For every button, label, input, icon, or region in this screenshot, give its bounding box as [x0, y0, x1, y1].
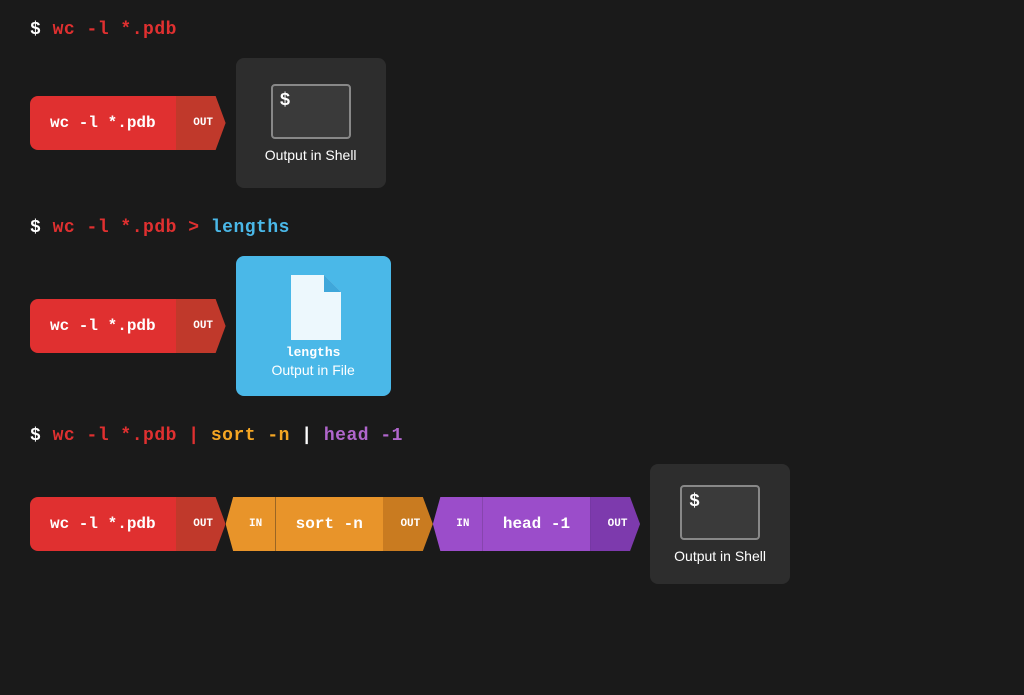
cmd-pill-3c: head -1 — [483, 497, 590, 551]
shell-label-1: Output in Shell — [265, 147, 357, 163]
shell-label-3: Output in Shell — [674, 548, 766, 564]
shell-box-3: $ Output in Shell — [650, 464, 790, 584]
command-line-2: $ wc -l *.pdb > lengths — [30, 218, 994, 238]
out-arrow-3a: OUT — [176, 497, 226, 551]
in-label-purple: IN — [456, 518, 469, 530]
pipeline-2: wc -l *.pdb OUT lengths Output in File — [30, 256, 994, 396]
dollar-1: $ — [30, 20, 53, 40]
shell-box-1: $ Output in Shell — [236, 58, 386, 188]
terminal-dollar-1: $ — [280, 91, 291, 111]
cmd-text-2a: wc -l *.pdb > — [53, 218, 211, 238]
dollar-2: $ — [30, 218, 53, 238]
pipeline-1: wc -l *.pdb OUT $ Output in Shell — [30, 58, 994, 188]
terminal-dollar-3: $ — [689, 492, 700, 512]
cmd-text-2b: lengths — [211, 218, 290, 238]
out-label-3c: OUT — [608, 518, 628, 530]
file-label: Output in File — [271, 362, 354, 378]
out-arrow-2: OUT — [176, 299, 226, 353]
command-line-3: $ wc -l *.pdb | sort -n | head -1 — [30, 426, 994, 446]
section3: $ wc -l *.pdb | sort -n | head -1 wc -l … — [30, 426, 994, 584]
file-name: lengths — [286, 345, 341, 360]
terminal-window-1: $ — [271, 84, 351, 139]
cmd-text-3d: head -1 — [324, 426, 403, 446]
section2: $ wc -l *.pdb > lengths wc -l *.pdb OUT … — [30, 218, 994, 396]
out-label-3b: OUT — [400, 518, 420, 530]
out-arrow-3b: OUT — [383, 497, 433, 551]
out-label-1: OUT — [193, 117, 213, 129]
terminal-window-3: $ — [680, 485, 760, 540]
pipeline-3: wc -l *.pdb OUT IN sort -n OUT IN head -… — [30, 464, 994, 584]
cmd-pill-2: wc -l *.pdb — [30, 299, 176, 353]
cmd-text-3c: | — [290, 426, 324, 446]
in-notch-purple: IN — [433, 497, 483, 551]
out-arrow-1: OUT — [176, 96, 226, 150]
cmd-pill-3b: sort -n — [276, 497, 383, 551]
cmd-pill-1: wc -l *.pdb — [30, 96, 176, 150]
cmd-text-1: wc -l *.pdb — [53, 20, 177, 40]
out-arrow-3c: OUT — [590, 497, 640, 551]
out-label-3a: OUT — [193, 518, 213, 530]
cmd-pill-3a: wc -l *.pdb — [30, 497, 176, 551]
command-line-1: $ wc -l *.pdb — [30, 20, 994, 40]
file-box: lengths Output in File — [236, 256, 391, 396]
cmd-text-3b: sort -n — [211, 426, 290, 446]
file-icon — [286, 275, 341, 340]
in-notch-orange: IN — [226, 497, 276, 551]
cmd-text-3a: wc -l *.pdb | — [53, 426, 211, 446]
section1: $ wc -l *.pdb wc -l *.pdb OUT $ Output i… — [30, 20, 994, 188]
dollar-3: $ — [30, 426, 53, 446]
out-label-2: OUT — [193, 320, 213, 332]
in-label-orange: IN — [249, 518, 262, 530]
